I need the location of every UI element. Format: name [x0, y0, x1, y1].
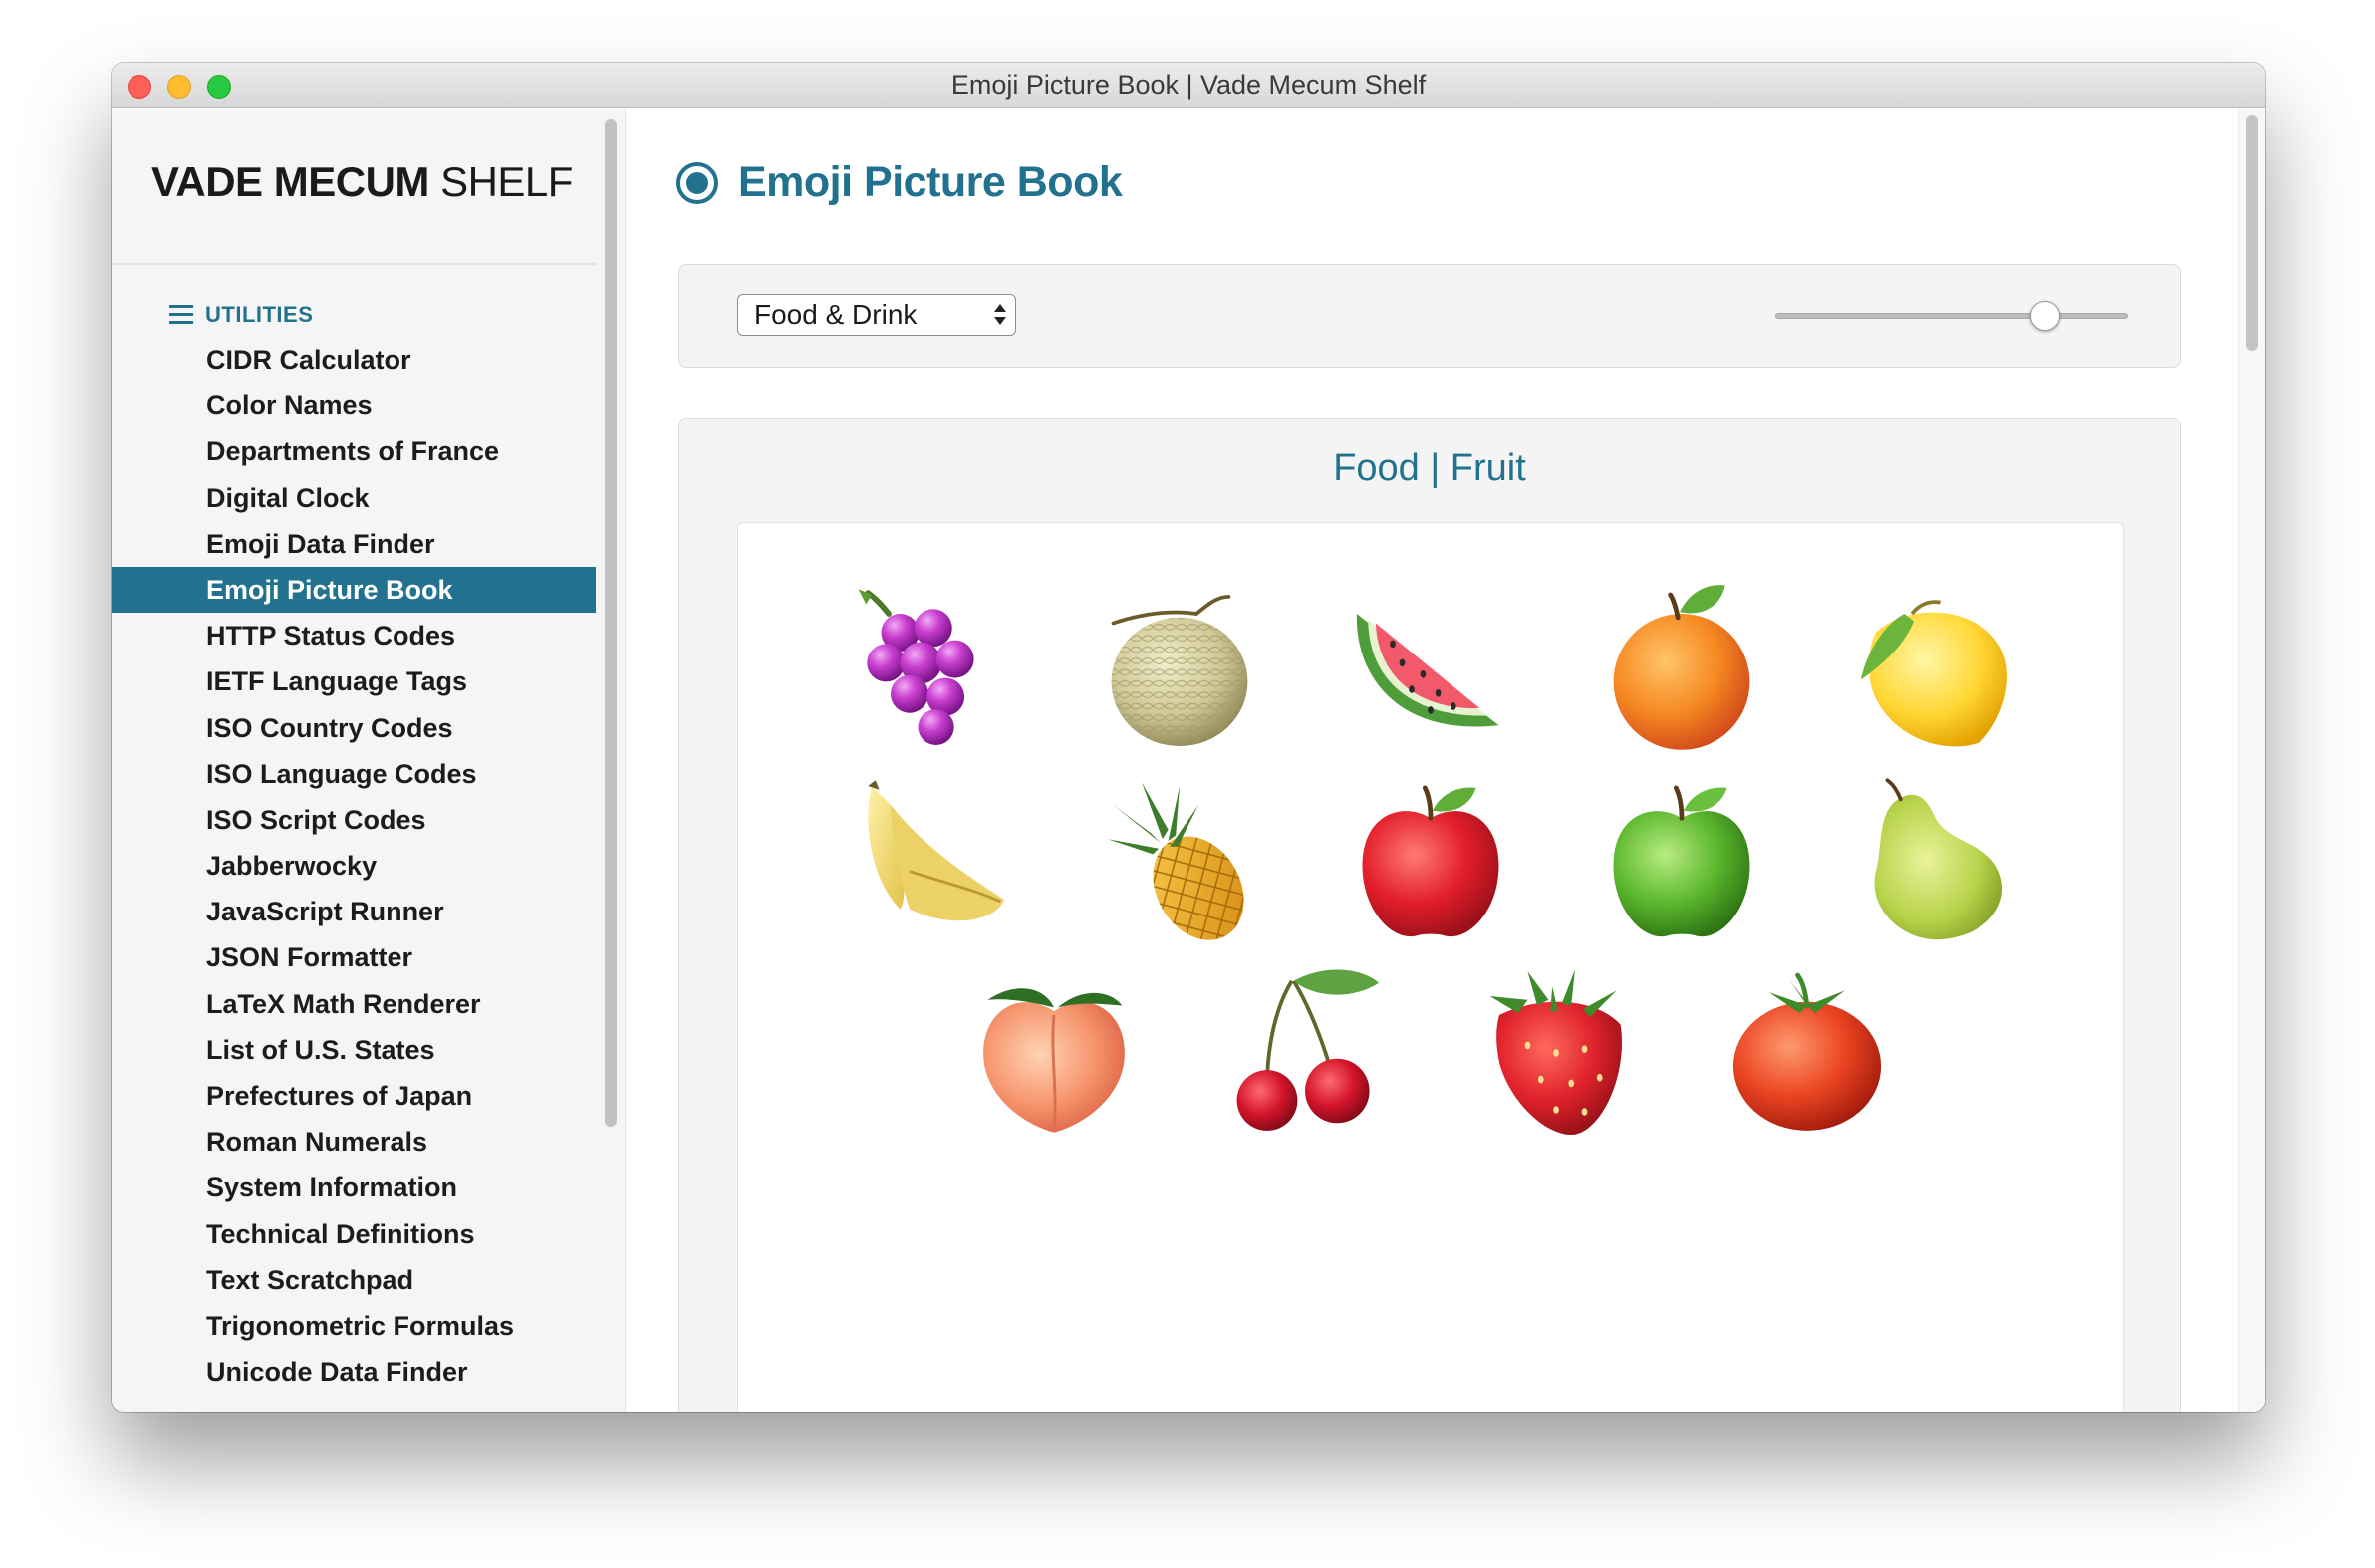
watermelon-emoji[interactable]: [1305, 571, 1556, 770]
sidebar-nav-item[interactable]: JSON Formatter: [112, 934, 596, 980]
utilities-section-header[interactable]: UTILITIES: [169, 300, 313, 330]
melon-icon: [1111, 595, 1248, 746]
grapes-icon: [858, 589, 974, 746]
sidebar-nav-item[interactable]: ISO Language Codes: [112, 751, 596, 797]
sidebar-nav-item[interactable]: Unicode Data Finder: [112, 1349, 596, 1395]
sidebar-nav-item[interactable]: Text Scratchpad: [112, 1257, 596, 1303]
melon-emoji[interactable]: [1054, 571, 1305, 770]
page-heading: Emoji Picture Book: [676, 158, 1123, 207]
brand-logo: VADE MECUM SHELF: [151, 158, 573, 206]
sidebar-nav-item[interactable]: System Information: [112, 1165, 596, 1210]
controls-panel: Food & Drink: [678, 264, 2181, 368]
main-scrollbar[interactable]: [2238, 109, 2265, 1412]
sidebar-scrollbar[interactable]: [596, 109, 626, 1412]
tangerine-icon: [1613, 585, 1750, 750]
sidebar-nav-item[interactable]: Emoji Data Finder: [112, 521, 596, 567]
radio-button-icon: [676, 161, 718, 204]
sidebar-divider: [112, 263, 596, 265]
peach-icon: [983, 988, 1125, 1133]
green-apple-emoji[interactable]: [1556, 762, 1807, 961]
watermelon-icon: [1356, 614, 1499, 727]
sidebar-nav-item[interactable]: List of U.S. States: [112, 1027, 596, 1073]
green-apple-icon: [1613, 785, 1750, 937]
tomato-icon: [1732, 972, 1882, 1131]
main-content: Emoji Picture Book Food & Drink Food | F…: [627, 109, 2265, 1412]
category-select[interactable]: Food & Drink: [737, 294, 1016, 336]
list-menu-icon: [169, 305, 193, 325]
slider-thumb[interactable]: [2030, 301, 2060, 331]
pineapple-icon: [1107, 782, 1244, 940]
sidebar-nav-item[interactable]: Technical Definitions: [112, 1211, 596, 1257]
sidebar-nav-item[interactable]: HTTP Status Codes: [112, 613, 596, 658]
brand-light: SHELF: [440, 158, 573, 205]
cherries-icon: [1236, 969, 1380, 1131]
sidebar-nav-item[interactable]: Color Names: [112, 383, 596, 428]
emoji-row: [738, 762, 2123, 961]
cherries-emoji[interactable]: [1180, 953, 1431, 1153]
sidebar-nav-item[interactable]: ISO Country Codes: [112, 705, 596, 751]
category-select-value: Food & Drink: [754, 299, 918, 330]
emoji-row: [738, 953, 2123, 1153]
emoji-size-slider[interactable]: [1775, 301, 2128, 331]
sidebar-nav-item[interactable]: JavaScript Runner: [112, 889, 596, 934]
window-title: Emoji Picture Book | Vade Mecum Shelf: [950, 70, 1427, 100]
peach-emoji[interactable]: [928, 953, 1180, 1153]
sidebar-nav-item[interactable]: LaTeX Math Renderer: [112, 981, 596, 1027]
sidebar-nav-item[interactable]: Departments of France: [112, 428, 596, 474]
sidebar-nav-item[interactable]: IETF Language Tags: [112, 658, 596, 704]
slider-track[interactable]: [1775, 313, 2128, 319]
sidebar-nav-item[interactable]: CIDR Calculator: [112, 337, 596, 383]
tomato-emoji[interactable]: [1682, 953, 1933, 1153]
red-apple-emoji[interactable]: [1305, 762, 1556, 961]
sidebar-nav-item[interactable]: Digital Clock: [112, 475, 596, 521]
select-arrows-icon: [994, 301, 1006, 329]
sidebar-nav-item[interactable]: ISO Script Codes: [112, 797, 596, 843]
sidebar: VADE MECUM SHELF UTILITIES CIDR Calculat…: [112, 109, 596, 1412]
lemon-icon: [1860, 600, 2007, 747]
app-window: Emoji Picture Book | Vade Mecum Shelf VA…: [112, 63, 2265, 1412]
title-bar[interactable]: Emoji Picture Book | Vade Mecum Shelf: [112, 63, 2265, 108]
emoji-row: [738, 571, 2123, 770]
sidebar-nav-item[interactable]: Trigonometric Formulas: [112, 1303, 596, 1349]
sidebar-nav-item[interactable]: Emoji Picture Book: [112, 566, 596, 614]
tangerine-emoji[interactable]: [1556, 571, 1807, 770]
red-apple-icon: [1362, 785, 1499, 937]
section-label: UTILITIES: [205, 302, 314, 327]
strawberry-icon: [1489, 969, 1622, 1135]
emoji-group-panel: Food | Fruit: [678, 418, 2181, 1412]
banana-emoji[interactable]: [803, 762, 1054, 961]
sidebar-nav-item[interactable]: Roman Numerals: [112, 1119, 596, 1165]
page-title: Emoji Picture Book: [738, 158, 1123, 206]
sidebar-nav-item[interactable]: Prefectures of Japan: [112, 1073, 596, 1119]
strawberry-emoji[interactable]: [1431, 953, 1682, 1153]
pineapple-emoji[interactable]: [1054, 762, 1305, 961]
brand-bold: VADE MECUM: [151, 158, 429, 205]
main-scrollbar-thumb[interactable]: [2246, 115, 2258, 351]
banana-icon: [868, 780, 1004, 921]
sidebar-scrollbar-thumb[interactable]: [605, 119, 617, 1127]
emoji-grid: [737, 522, 2124, 1412]
pear-icon: [1874, 778, 2003, 940]
pear-emoji[interactable]: [1807, 762, 2058, 961]
grapes-emoji[interactable]: [803, 571, 1054, 770]
sidebar-nav-item[interactable]: Jabberwocky: [112, 843, 596, 889]
utilities-nav-list: CIDR Calculator Color Names Departments of…: [112, 337, 596, 1395]
group-title: Food | Fruit: [1333, 447, 1526, 489]
lemon-emoji[interactable]: [1807, 571, 2058, 770]
